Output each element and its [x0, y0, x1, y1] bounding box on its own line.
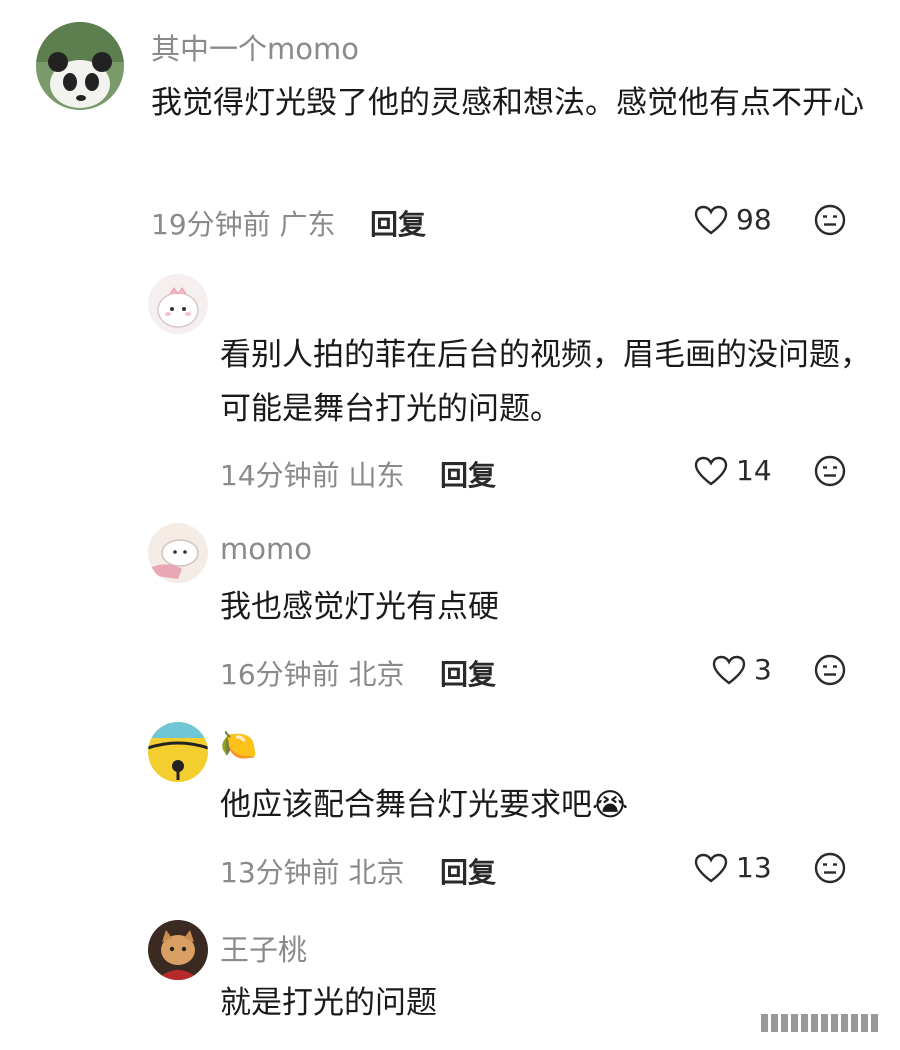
dislike-face-icon[interactable]	[814, 204, 846, 236]
watermark	[761, 1014, 878, 1032]
crying-emoji-icon: 😭	[592, 787, 629, 823]
reply-button[interactable]: 回复	[440, 653, 496, 693]
comment-text: 他应该配合舞台灯光要求吧😭	[220, 787, 629, 823]
like-count: 14	[736, 454, 772, 487]
comment-text: 我觉得灯光毁了他的灵感和想法。感觉他有点不开心	[151, 85, 864, 121]
cat-avatar-icon[interactable]	[148, 920, 208, 980]
like-button[interactable]: 14	[694, 454, 772, 487]
comment-time: 13分钟前	[220, 856, 340, 889]
heart-icon	[694, 853, 728, 883]
comment-author[interactable]: 其中一个momo	[151, 26, 359, 68]
comment-author[interactable]: 王子桃	[220, 927, 307, 969]
comment-author[interactable]: 🍋	[220, 728, 257, 763]
like-button[interactable]: 98	[694, 203, 772, 236]
dislike-face-icon[interactable]	[814, 455, 846, 487]
reply-button[interactable]: 回复	[440, 851, 496, 891]
like-count: 98	[736, 203, 772, 236]
like-count: 3	[754, 653, 772, 686]
comment-location: 山东	[348, 459, 405, 492]
dislike-face-icon[interactable]	[814, 852, 846, 884]
comment-location: 北京	[348, 856, 405, 889]
heart-icon	[712, 655, 746, 685]
comment-meta: 14分钟前 山东	[220, 454, 405, 494]
like-count: 13	[736, 851, 772, 884]
comment-time: 14分钟前	[220, 459, 340, 492]
comment-time: 19分钟前	[151, 208, 271, 241]
dislike-face-icon[interactable]	[814, 654, 846, 686]
panda-avatar-icon[interactable]	[36, 22, 124, 110]
comment-location: 北京	[348, 658, 405, 691]
comment-meta: 19分钟前 广东	[151, 203, 336, 243]
heart-icon	[694, 456, 728, 486]
yellow-bell-avatar-icon[interactable]	[148, 722, 208, 782]
comment-meta: 13分钟前 北京	[220, 851, 405, 891]
like-button[interactable]: 3	[712, 653, 772, 686]
comment-text: 我也感觉灯光有点硬	[220, 589, 499, 625]
reply-button[interactable]: 回复	[370, 203, 426, 243]
comment-text: 看别人拍的菲在后台的视频，眉毛画的没问题，可能是舞台打光的问题。	[220, 337, 871, 427]
cartoon-dinosaur-avatar-icon[interactable]	[148, 274, 208, 334]
cartoon-creature-avatar-icon[interactable]	[148, 523, 208, 583]
heart-icon	[694, 205, 728, 235]
comment-author[interactable]: momo	[220, 532, 312, 566]
comment-time: 16分钟前	[220, 658, 340, 691]
reply-button[interactable]: 回复	[440, 454, 496, 494]
comment-location: 广东	[279, 208, 336, 241]
like-button[interactable]: 13	[694, 851, 772, 884]
comment-meta: 16分钟前 北京	[220, 653, 405, 693]
